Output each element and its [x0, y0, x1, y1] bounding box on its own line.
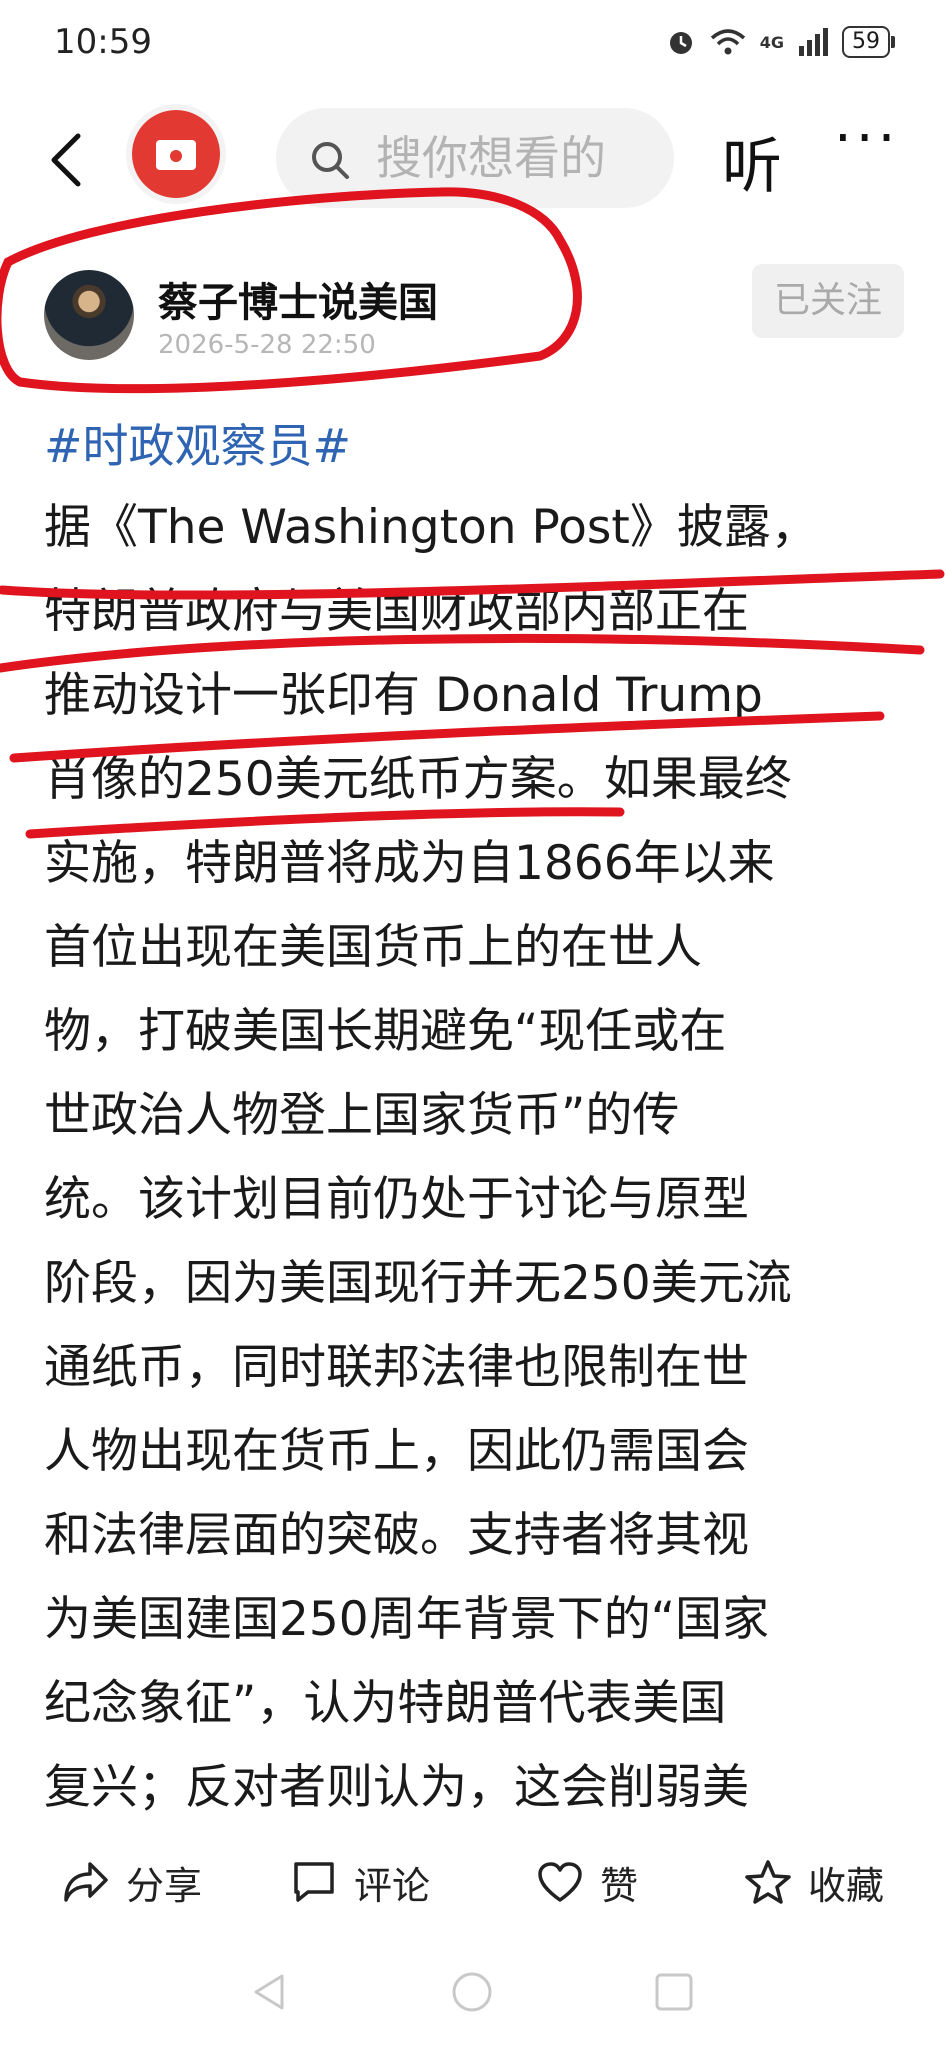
- status-time: 10:59: [54, 22, 152, 62]
- article-line: 实施，特朗普将成为自1866年以来: [44, 836, 775, 891]
- app-logo[interactable]: [132, 110, 220, 198]
- nav-back-icon[interactable]: [248, 1970, 292, 2014]
- battery-icon: 59: [842, 26, 895, 58]
- article-body: 据《The Washington Post》披露， 特朗普政府与美国财政部内部正…: [44, 486, 904, 1830]
- red-envelope-icon: [156, 140, 196, 170]
- network-type: 4G: [759, 32, 784, 52]
- action-bar: 分享 评论 赞 收藏: [0, 1842, 946, 1922]
- article-line: 纪念象征”，认为特朗普代表美国: [44, 1676, 727, 1731]
- article-line: 首位出现在美国货币上的在世人: [44, 920, 702, 975]
- comment-icon: [294, 1862, 334, 1902]
- comment-button[interactable]: 评论: [290, 1842, 430, 1922]
- article-line: 物，打破美国长期避免“现任或在: [44, 1004, 727, 1059]
- article-line: 阶段，因为美国现行并无250美元流: [44, 1256, 792, 1311]
- article-line: 统。该计划目前仍处于讨论与原型: [44, 1172, 749, 1227]
- search-input[interactable]: 搜你想看的: [276, 108, 674, 208]
- article-line: 和法律层面的突破。支持者将其视: [44, 1508, 749, 1563]
- alarm-icon: [669, 32, 692, 54]
- article-content: #时政观察员# 据《The Washington Post》披露， 特朗普政府与…: [44, 410, 904, 1830]
- article-line: 据《The Washington Post》披露，: [44, 500, 818, 555]
- share-button[interactable]: 分享: [62, 1842, 202, 1922]
- star-icon: [745, 1860, 791, 1904]
- status-bar: 10:59 4G 59: [0, 0, 946, 90]
- search-placeholder: 搜你想看的: [376, 131, 606, 185]
- avatar[interactable]: [44, 270, 134, 360]
- signal-icon: [799, 28, 828, 56]
- article-line: 世政治人物登上国家货币”的传: [44, 1088, 680, 1143]
- collect-label: 收藏: [808, 1863, 885, 1908]
- share-label: 分享: [126, 1863, 203, 1908]
- article-line: 肖像的250美元纸币方案。如果最终: [44, 752, 792, 807]
- like-button[interactable]: 赞: [536, 1842, 638, 1922]
- top-nav: 搜你想看的 听 ···: [0, 100, 946, 220]
- like-label: 赞: [600, 1863, 639, 1908]
- wifi-icon: [710, 29, 745, 55]
- article-line: 特朗普政府与美国财政部内部正在: [44, 584, 749, 639]
- article-line: 人物出现在货币上，因此仍需国会: [44, 1424, 749, 1479]
- share-icon: [64, 1862, 108, 1902]
- author-name[interactable]: 蔡子博士说美国: [158, 270, 438, 328]
- system-nav-bar: [0, 1948, 946, 2048]
- post-time: 2026-5-28 22:50: [158, 330, 376, 360]
- back-icon[interactable]: [40, 130, 100, 190]
- article-line: 推动设计一张印有 Donald Trump: [44, 668, 763, 723]
- nav-home-icon[interactable]: [450, 1970, 494, 2014]
- heart-icon: [538, 1862, 582, 1902]
- article-line: 复兴；反对者则认为，这会削弱美: [44, 1760, 749, 1815]
- nav-recents-icon[interactable]: [652, 1970, 696, 2014]
- listen-button[interactable]: 听: [722, 118, 782, 205]
- comment-label: 评论: [354, 1863, 431, 1908]
- author-row: 蔡子博士说美国 2026-5-28 22:50 已关注: [0, 258, 946, 378]
- status-icons: 4G 59: [666, 26, 895, 58]
- topic-hashtag[interactable]: #时政观察员#: [44, 410, 904, 486]
- article-line: 通纸币，同时联邦法律也限制在世: [44, 1340, 749, 1395]
- collect-button[interactable]: 收藏: [744, 1842, 884, 1922]
- follow-button[interactable]: 已关注: [752, 264, 904, 338]
- article-line: 为美国建国250周年背景下的“国家: [44, 1592, 770, 1647]
- search-icon: [312, 142, 349, 179]
- more-button[interactable]: ···: [834, 106, 899, 171]
